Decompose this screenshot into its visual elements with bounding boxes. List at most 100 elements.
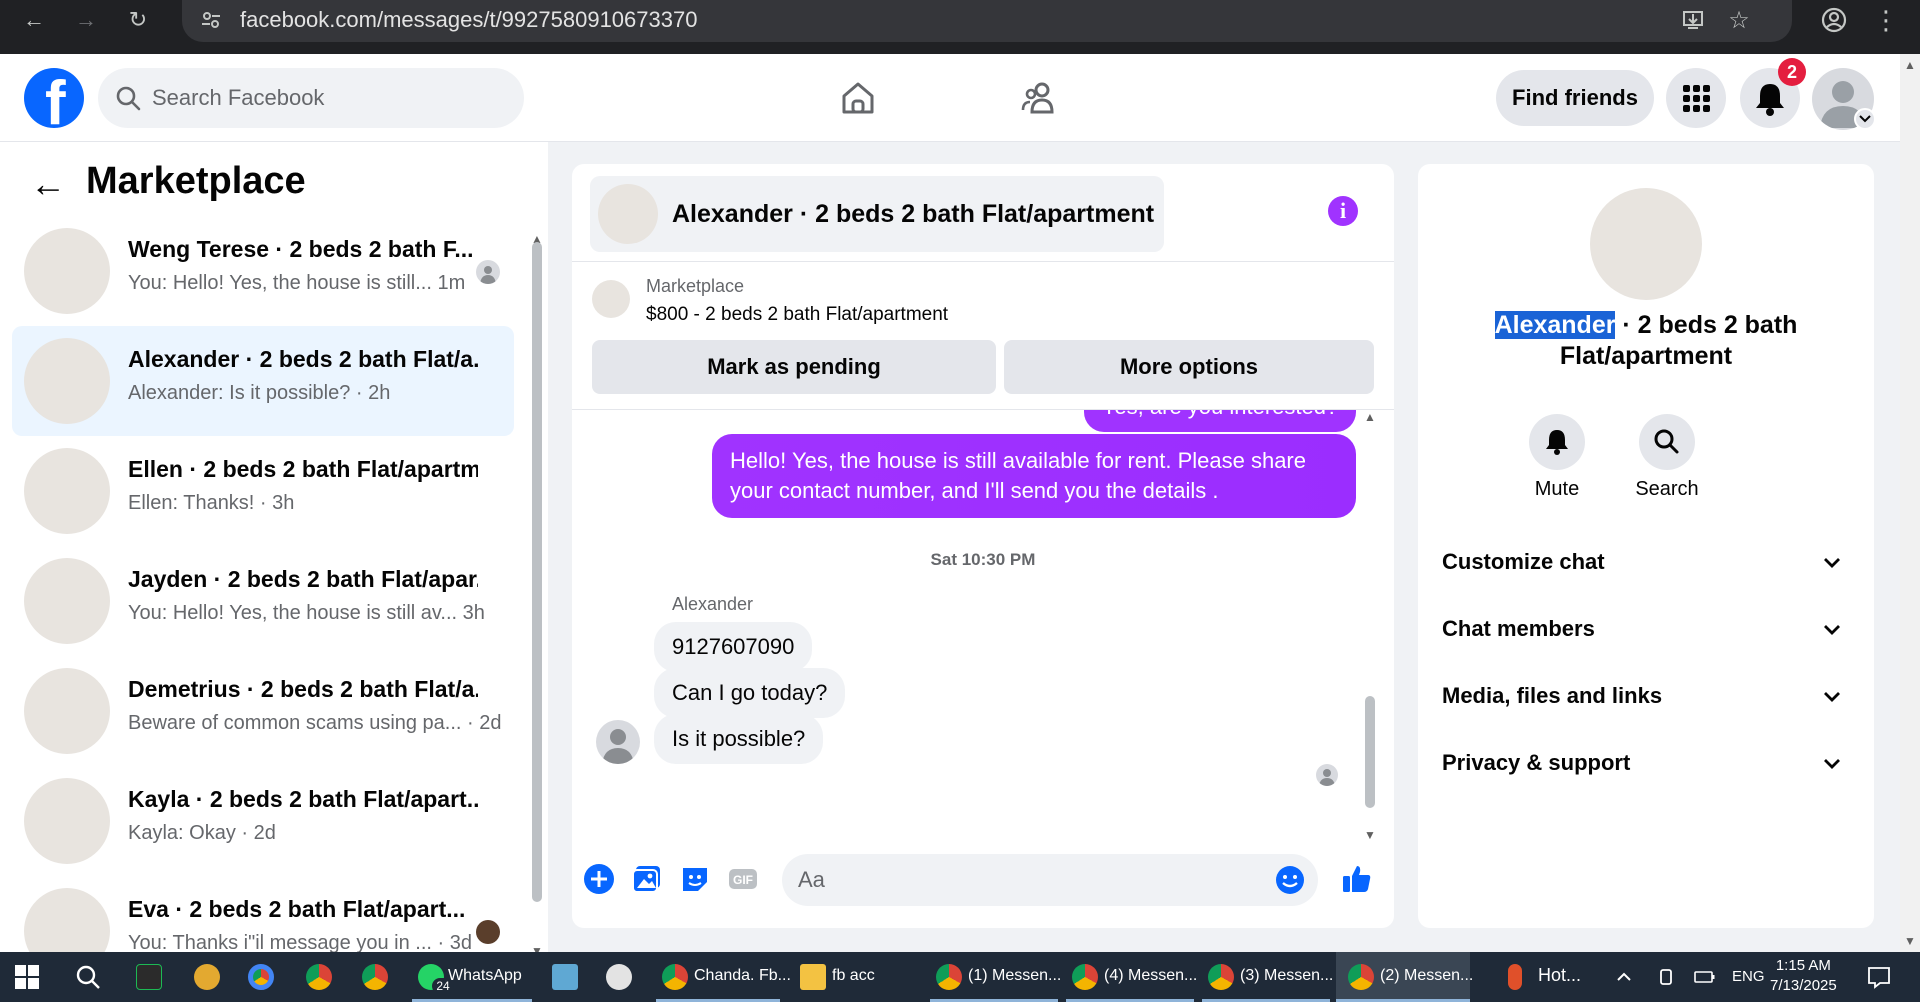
- taskbar-weather[interactable]: Hot...: [1500, 952, 1590, 1002]
- chat-list-item[interactable]: Kayla · 2 beds 2 bath Flat/apart... Kayla…: [12, 766, 514, 876]
- scrollbar-thumb[interactable]: [1365, 696, 1375, 808]
- url-text[interactable]: facebook.com/messages/t/9927580910673370: [240, 6, 697, 34]
- notes-app-icon[interactable]: [552, 952, 582, 1002]
- home-icon[interactable]: [838, 78, 878, 118]
- clock-time: 1:15 AM: [1775, 957, 1831, 974]
- incoming-message: 9127607090: [654, 622, 813, 672]
- back-arrow-icon[interactable]: ←: [20, 6, 48, 34]
- conversation-info-panel: Alexander · 2 beds 2 bath Flat/apartment…: [1418, 164, 1874, 928]
- chat-list-panel: ← Marketplace Weng Terese · 2 beds 2 bat…: [0, 142, 548, 974]
- chat-list-item[interactable]: Weng Terese · 2 beds 2 bath F... You: Hel…: [12, 216, 514, 326]
- explorer-app-icon[interactable]: [194, 952, 224, 1002]
- site-info-icon[interactable]: [198, 8, 224, 34]
- contact-name-rest: · 2 beds 2 bath: [1615, 311, 1798, 339]
- chrome-icon: [1348, 964, 1374, 990]
- message-thread[interactable]: Yes, are you interested? Hello! Yes, the…: [572, 410, 1394, 830]
- message-input-box[interactable]: [782, 854, 1318, 906]
- account-menu-chevron-icon[interactable]: [1854, 108, 1876, 130]
- page-scrollbar[interactable]: ▲ ▼: [1900, 54, 1920, 952]
- chrome-profile-app-icon[interactable]: [362, 952, 392, 1002]
- chat-preview: Beware of common scams using pa... · 2d: [128, 712, 502, 734]
- chevron-down-icon: [1824, 692, 1840, 702]
- conversation-title-button[interactable]: Alexander · 2 beds 2 bath Flat/apartment: [590, 176, 1164, 252]
- taskbar-messenger-window-3[interactable]: (3) Messen...: [1202, 952, 1333, 1002]
- device-tray-icon[interactable]: [1656, 952, 1676, 1002]
- browser-toolbar: ← → ↻ ☆ facebook.com/messages/t/99275809…: [0, 0, 1920, 54]
- taskbar-search-icon[interactable]: [74, 952, 108, 1002]
- taskbar-folder-window[interactable]: fb acc: [794, 952, 918, 1002]
- thread-scrollbar[interactable]: ▲ ▼: [1362, 410, 1378, 842]
- find-friends-button[interactable]: Find friends: [1496, 70, 1654, 126]
- listing-price-title[interactable]: $800 - 2 beds 2 bath Flat/apartment: [646, 304, 948, 326]
- scrollbar-thumb[interactable]: [532, 242, 542, 902]
- search-in-conversation-button[interactable]: Search: [1622, 414, 1712, 501]
- contact-avatar: [598, 184, 658, 244]
- listing-thumbnail[interactable]: [592, 280, 630, 318]
- taskbar-messenger-window-2-active[interactable]: (2) Messen...: [1336, 952, 1473, 1002]
- chat-avatar: [24, 778, 110, 864]
- chrome-icon: [1208, 964, 1234, 990]
- chrome-icon: [662, 964, 688, 990]
- chrome-profile-icon[interactable]: [1820, 6, 1848, 34]
- contact-large-avatar[interactable]: [1590, 188, 1702, 300]
- facebook-search[interactable]: [98, 68, 524, 128]
- chat-list-item[interactable]: Alexander · 2 beds 2 bath Flat/a... Alexa…: [12, 326, 514, 436]
- sender-avatar[interactable]: [596, 720, 640, 764]
- mark-as-pending-button[interactable]: Mark as pending: [592, 340, 996, 394]
- clock-date: 7/13/2025: [1770, 977, 1837, 994]
- paint-app-icon[interactable]: [606, 952, 636, 1002]
- forward-arrow-icon[interactable]: →: [72, 6, 100, 34]
- chat-members-section[interactable]: Chat members: [1442, 609, 1854, 649]
- menu-grid-button[interactable]: [1666, 68, 1726, 128]
- windows-logo-icon: [15, 965, 39, 989]
- thermometer-icon: [1508, 964, 1522, 990]
- sticker-icon[interactable]: [678, 862, 712, 896]
- notification-center-icon[interactable]: [1866, 952, 1894, 1002]
- mute-button[interactable]: Mute: [1512, 414, 1602, 501]
- tray-chevron-up-icon[interactable]: [1614, 952, 1634, 1002]
- chat-list: Weng Terese · 2 beds 2 bath F... You: Hel…: [12, 216, 514, 986]
- back-arrow-icon[interactable]: ←: [30, 166, 66, 202]
- search-input[interactable]: [152, 68, 512, 128]
- photo-icon[interactable]: [630, 862, 664, 896]
- chat-list-item[interactable]: Demetrius · 2 beds 2 bath Flat/a... Bewar…: [12, 656, 514, 766]
- chat-avatar: [24, 668, 110, 754]
- customize-chat-section[interactable]: Customize chat: [1442, 542, 1854, 582]
- chat-list-item[interactable]: Jayden · 2 beds 2 bath Flat/apar... You: …: [12, 546, 514, 656]
- emoji-icon[interactable]: [1274, 864, 1306, 896]
- chat-name: Demetrius · 2 beds 2 bath Flat/a...: [128, 676, 478, 702]
- chat-name: Eva · 2 beds 2 bath Flat/apart...: [128, 896, 466, 922]
- taskbar-messenger-window-1[interactable]: (1) Messen...: [930, 952, 1061, 1002]
- chrome-profile-app-icon[interactable]: [306, 952, 336, 1002]
- taskbar-chrome-window[interactable]: Chanda. Fb...: [656, 952, 791, 1002]
- sender-name: Alexander: [672, 594, 754, 614]
- chat-list-item[interactable]: Ellen · 2 beds 2 bath Flat/apartm... Elle…: [12, 436, 514, 546]
- chrome-app-icon[interactable]: [248, 952, 278, 1002]
- media-files-links-section[interactable]: Media, files and links: [1442, 676, 1854, 716]
- mute-label: Mute: [1534, 478, 1580, 500]
- chat-list-scrollbar[interactable]: ▲ ▼: [530, 232, 544, 958]
- privacy-support-section[interactable]: Privacy & support: [1442, 743, 1854, 783]
- message-input[interactable]: [798, 854, 1238, 906]
- install-app-icon[interactable]: [1680, 8, 1706, 34]
- taskbar-messenger-window-4[interactable]: (4) Messen...: [1066, 952, 1197, 1002]
- thumbs-up-icon[interactable]: [1340, 862, 1374, 896]
- read-receipt-avatar: [1316, 764, 1338, 786]
- bell-icon: [1529, 414, 1585, 470]
- more-options-button[interactable]: More options: [1004, 340, 1374, 394]
- chrome-menu-icon[interactable]: ⋮: [1872, 6, 1900, 34]
- info-icon[interactable]: i: [1328, 196, 1358, 226]
- add-plus-icon[interactable]: [582, 862, 616, 896]
- taskbar-whatsapp[interactable]: 24 WhatsApp: [412, 952, 532, 1002]
- facebook-logo[interactable]: f: [24, 68, 84, 137]
- language-indicator[interactable]: ENG: [1732, 952, 1766, 1002]
- friends-icon[interactable]: [1020, 78, 1060, 118]
- start-button[interactable]: [14, 952, 50, 1002]
- battery-icon[interactable]: [1694, 952, 1715, 1002]
- system-clock[interactable]: 1:15 AM 7/13/2025: [1770, 956, 1837, 996]
- terminal-app-icon[interactable]: [136, 952, 166, 1002]
- reload-icon[interactable]: ↻: [124, 6, 152, 34]
- gif-icon[interactable]: GIF: [726, 862, 760, 896]
- bookmark-star-icon[interactable]: ☆: [1726, 8, 1752, 34]
- chat-name: Jayden · 2 beds 2 bath Flat/apar...: [128, 566, 478, 592]
